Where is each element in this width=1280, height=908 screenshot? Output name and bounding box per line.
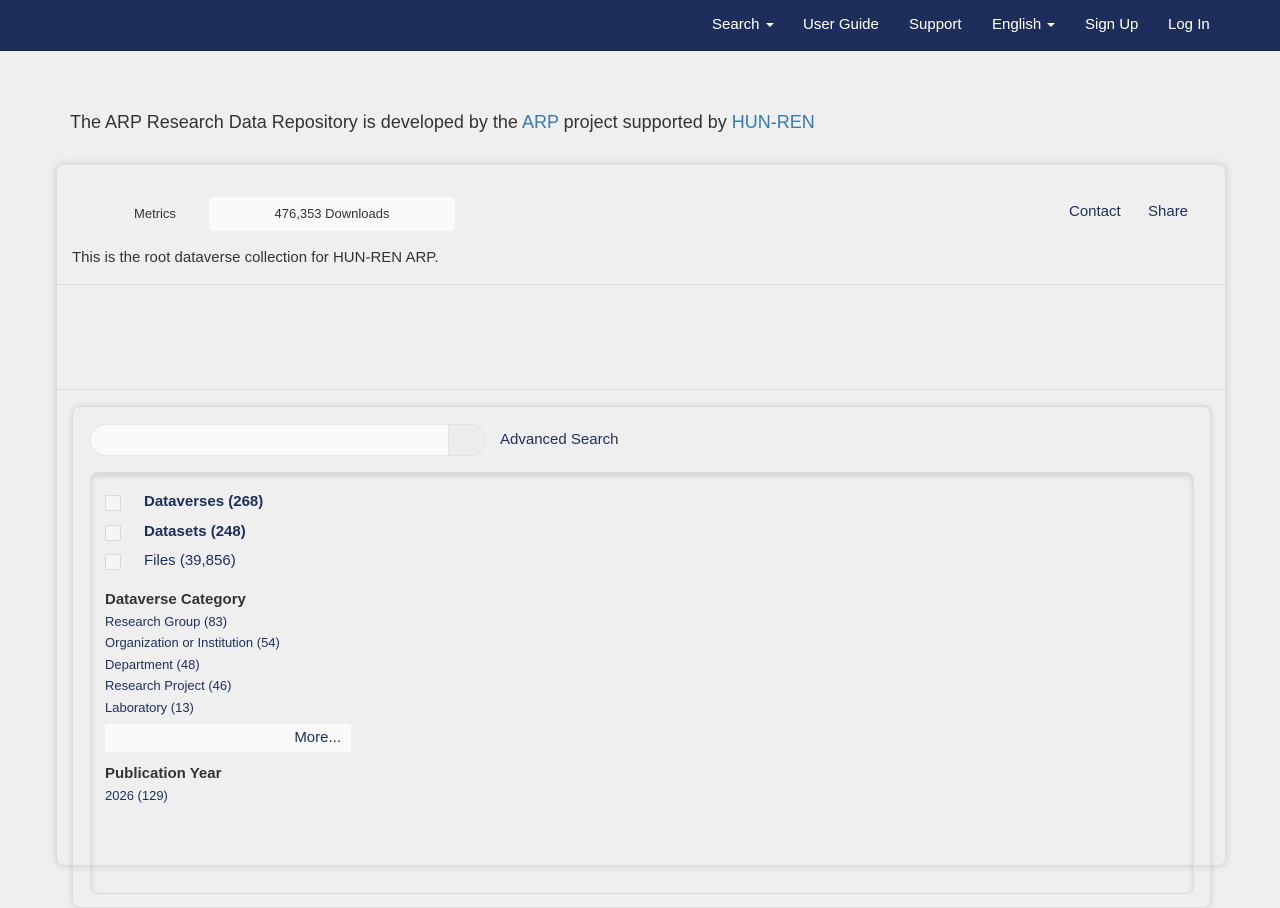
- search-input[interactable]: [90, 424, 448, 456]
- checkbox[interactable]: [105, 495, 121, 511]
- facet-title-publication-year: Publication Year: [105, 765, 222, 782]
- banner-prefix: The ARP Research Data Repository is deve…: [70, 112, 522, 132]
- facet-item[interactable]: Laboratory (13): [105, 700, 194, 715]
- repository-banner: The ARP Research Data Repository is deve…: [70, 112, 815, 133]
- divider: [57, 389, 1225, 390]
- search-button[interactable]: [448, 424, 486, 456]
- dataverse-panel: Metrics 476,353 Downloads Contact Share …: [56, 164, 1226, 908]
- facet-item[interactable]: 2026 (129): [105, 788, 168, 803]
- share-button[interactable]: Share: [1148, 203, 1188, 220]
- banner-link-hun-ren[interactable]: HUN-REN: [732, 112, 815, 132]
- metrics-label: Metrics: [134, 206, 176, 221]
- nav-search-dropdown[interactable]: Search: [712, 0, 774, 50]
- nav-language-label: English: [992, 16, 1042, 33]
- divider: [57, 284, 1225, 285]
- checkbox[interactable]: [105, 525, 121, 541]
- advanced-search-link[interactable]: Advanced Search: [500, 431, 618, 448]
- facet-item[interactable]: Department (48): [105, 657, 200, 672]
- facet-item[interactable]: Organization or Institution (54): [105, 635, 280, 650]
- nav-language-dropdown[interactable]: English: [992, 0, 1056, 50]
- banner-link-arp[interactable]: ARP: [522, 112, 559, 132]
- facet-item[interactable]: Research Project (46): [105, 678, 231, 693]
- facet-item[interactable]: Research Group (83): [105, 614, 227, 629]
- facet-sidebar: Dataverses (268) Datasets (248) Files (3…: [90, 472, 1194, 894]
- contact-button[interactable]: Contact: [1069, 203, 1121, 220]
- nav-search-label: Search: [712, 16, 760, 33]
- nav-support[interactable]: Support: [909, 0, 962, 50]
- nav-sign-up[interactable]: Sign Up: [1085, 0, 1138, 50]
- nav-log-in[interactable]: Log In: [1168, 0, 1210, 50]
- caret-down-icon: [1047, 23, 1056, 28]
- dataverse-description: This is the root dataverse collection fo…: [72, 249, 439, 266]
- type-filter-label: Files (39,856): [144, 552, 236, 569]
- search-section: Advanced Search Dataverses (268) Dataset…: [72, 406, 1211, 908]
- downloads-count: 476,353 Downloads: [209, 197, 455, 231]
- more-button[interactable]: More...: [105, 724, 351, 752]
- facet-title-category: Dataverse Category: [105, 591, 246, 608]
- type-filter-label: Datasets (248): [144, 523, 246, 540]
- caret-down-icon: [765, 23, 774, 28]
- checkbox[interactable]: [105, 554, 121, 570]
- nav-user-guide[interactable]: User Guide: [803, 0, 879, 50]
- type-filter-label: Dataverses (268): [144, 493, 264, 510]
- banner-middle: project supported by: [558, 112, 732, 132]
- top-navbar: Search User Guide Support English Sign U…: [0, 0, 1280, 51]
